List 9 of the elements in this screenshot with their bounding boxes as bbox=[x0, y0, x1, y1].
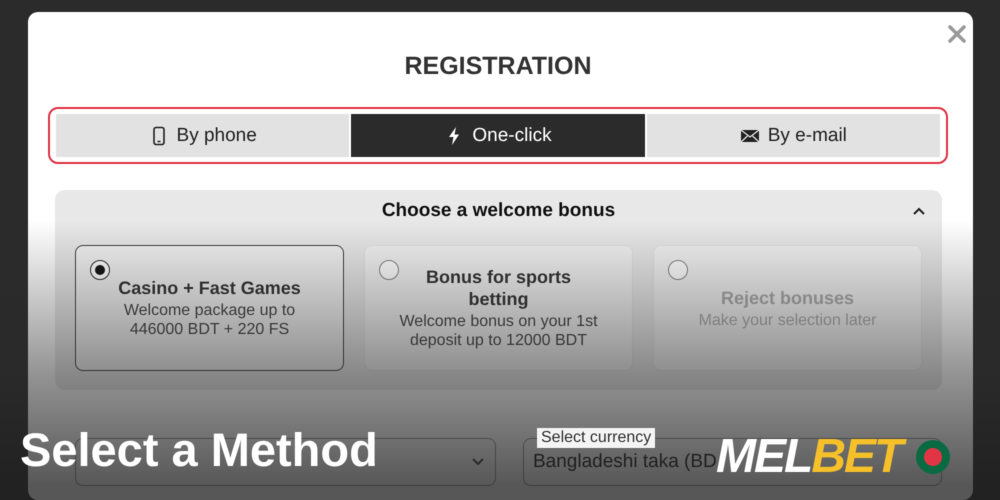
field-label: Select currency bbox=[537, 428, 656, 448]
option-title: Reject bonuses bbox=[720, 286, 854, 308]
caption-text: Select a Method bbox=[20, 422, 378, 477]
option-description: Welcome package up to 446000 BDT + 220 FS bbox=[122, 301, 296, 339]
option-title: Casino + Fast Games bbox=[118, 277, 301, 299]
option-description: Welcome bonus on your 1st deposit up to 12000 BDT bbox=[398, 312, 599, 350]
section-title: Choose a welcome bonus bbox=[382, 200, 616, 222]
dialog-title: REGISTRATION bbox=[404, 52, 592, 81]
option-title: Bonus for sports betting bbox=[424, 266, 572, 310]
